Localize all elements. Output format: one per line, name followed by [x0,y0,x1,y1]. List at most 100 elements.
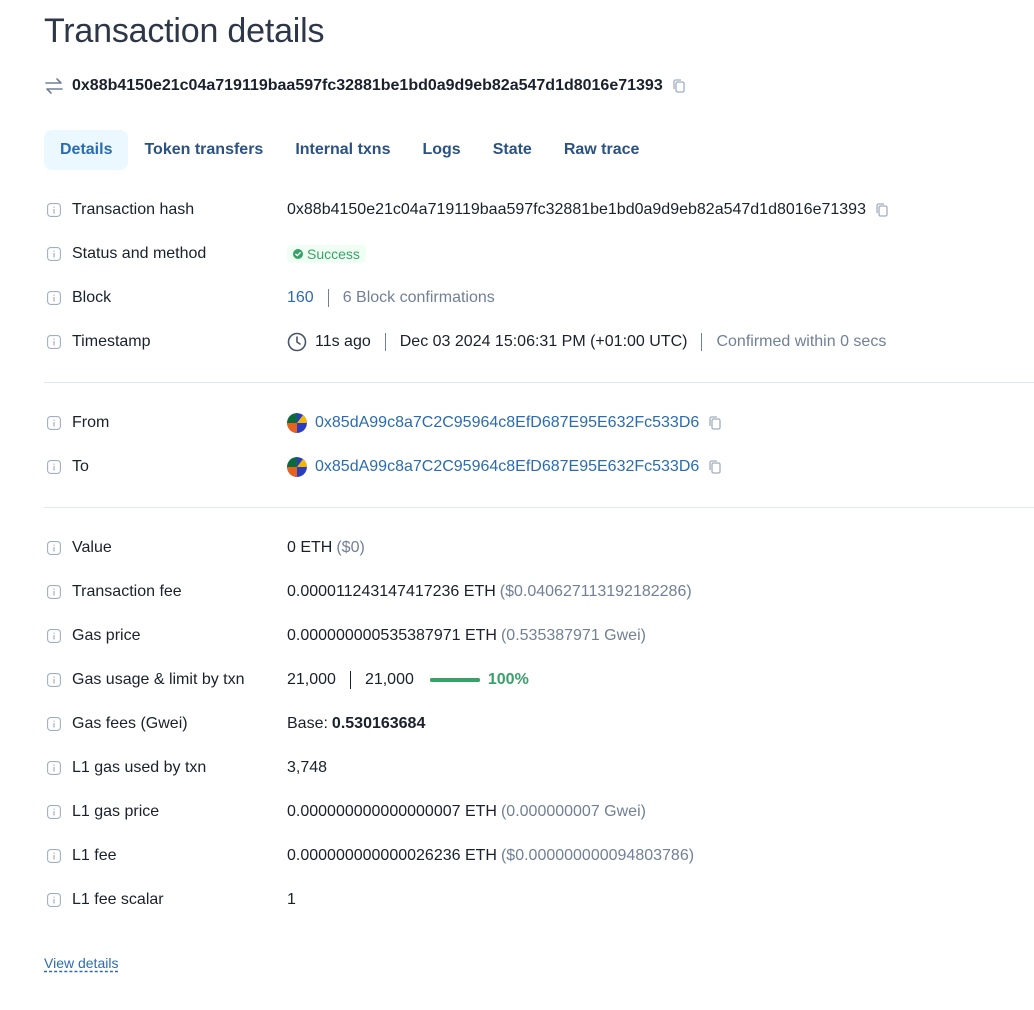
tab-details[interactable]: Details [44,130,129,170]
l1-fee-scalar-value: 1 [287,891,296,908]
gas-used: 21,000 [287,671,336,688]
status-text: Success [307,246,360,262]
info-icon[interactable] [47,541,61,555]
row-block: Block 160 6 Block confirmations [44,286,1034,310]
label-block: Block [72,289,112,306]
info-icon[interactable] [47,717,61,731]
gas-usage-progress-bar [429,678,480,682]
l1-fee-usd: ($0.000000000094803786) [500,847,695,864]
tab-raw-trace[interactable]: Raw trace [548,130,656,170]
timestamp-datetime: Dec 03 2024 15:06:31 PM (+01:00 UTC) [399,333,688,350]
label-value: Value [72,539,112,556]
tab-token-transfers[interactable]: Token transfers [128,130,279,170]
separator [384,333,386,351]
section-divider [44,382,1034,383]
gas-price-gwei: (0.535387971 Gwei) [500,627,646,644]
avatar [287,413,307,433]
row-timestamp: Timestamp 11s ago Dec 03 2024 15:06:31 P… [44,330,1034,354]
info-icon[interactable] [47,335,61,349]
row-gas-price: Gas price 0.000000000535387971 ETH (0.53… [44,624,1034,648]
status-badge: Success [287,245,366,263]
info-icon[interactable] [47,629,61,643]
info-icon[interactable] [47,673,61,687]
info-icon[interactable] [47,291,61,305]
tab-bar: Details Token transfers Internal txns Lo… [44,130,655,170]
label-l1-gas-used: L1 gas used by txn [72,759,207,776]
l1-gas-price-amount: 0.000000000000000007 ETH [287,803,497,820]
row-gas-fees: Gas fees (Gwei) Base: 0.530163684 [44,712,1034,736]
gas-usage-progress-fill [429,678,480,682]
label-gas-fees: Gas fees (Gwei) [72,715,188,732]
header-tx-hash: 0x88b4150e21c04a719119baa597fc32881be1bd… [72,77,663,94]
tab-internal-txns[interactable]: Internal txns [279,130,406,170]
from-address-link[interactable]: 0x85dA99c8a7C2C95964c8EfD687E95E632Fc533… [315,414,699,432]
info-icon[interactable] [47,849,61,863]
separator [327,289,329,307]
info-icon[interactable] [47,585,61,599]
tx-fee-amount: 0.000011243147417236 ETH [287,583,496,600]
label-l1-fee: L1 fee [72,847,117,864]
block-confirmations: 6 Block confirmations [342,289,495,306]
swap-arrows-icon [44,76,64,96]
transaction-hash-value: 0x88b4150e21c04a719119baa597fc32881be1bd… [287,201,866,218]
gas-price-amount: 0.000000000535387971 ETH [287,627,497,644]
copy-icon[interactable] [874,202,890,218]
row-l1-fee-scalar: L1 fee scalar 1 [44,888,1034,912]
value-usd: ($0) [336,539,365,556]
label-l1-fee-scalar: L1 fee scalar [72,891,164,908]
info-icon[interactable] [47,761,61,775]
label-timestamp: Timestamp [72,333,151,350]
check-circle-icon [293,249,303,259]
header-hash-line: 0x88b4150e21c04a719119baa597fc32881be1bd… [44,74,687,98]
view-details-link[interactable]: View details [44,955,118,971]
clock-icon [287,332,307,352]
section-divider [44,507,1034,508]
label-to: To [72,458,89,475]
separator [701,333,703,351]
label-status: Status and method [72,245,207,262]
row-status: Status and method Success [44,242,1034,266]
value-amount: 0 ETH [287,539,333,556]
info-icon[interactable] [47,416,61,430]
timestamp-ago: 11s ago [315,333,371,350]
transaction-details-page: Transaction details 0x88b4150e21c04a7191… [0,0,1034,1010]
copy-icon[interactable] [707,459,723,475]
timestamp-confirmed: Confirmed within 0 secs [716,333,887,350]
row-l1-gas-price: L1 gas price 0.000000000000000007 ETH (0… [44,800,1034,824]
row-to: To 0x85dA99c8a7C2C95964c8EfD687E95E632Fc… [44,455,1034,479]
label-l1-gas-price: L1 gas price [72,803,160,820]
tab-state[interactable]: State [477,130,548,170]
gas-usage-percent: 100% [487,671,529,688]
copy-icon[interactable] [671,78,687,94]
row-l1-fee: L1 fee 0.000000000000026236 ETH ($0.0000… [44,844,1034,868]
row-transaction-hash: Transaction hash 0x88b4150e21c04a719119b… [44,198,1034,222]
info-icon[interactable] [47,805,61,819]
gas-limit: 21,000 [364,671,414,688]
l1-fee-amount: 0.000000000000026236 ETH [287,847,497,864]
info-icon[interactable] [47,247,61,261]
label-from: From [72,414,110,431]
block-number-link[interactable]: 160 [287,289,314,307]
separator [349,671,351,689]
row-gas-usage: Gas usage & limit by txn 21,000 21,000 1… [44,668,1034,692]
row-from: From 0x85dA99c8a7C2C95964c8EfD687E95E632… [44,411,1034,435]
label-transaction-fee: Transaction fee [72,583,182,600]
tx-fee-usd: ($0.040627113192182286) [499,583,692,600]
info-icon[interactable] [47,893,61,907]
row-value: Value 0 ETH ($0) [44,536,1034,560]
info-icon[interactable] [47,460,61,474]
label-gas-price: Gas price [72,627,141,644]
to-address-link[interactable]: 0x85dA99c8a7C2C95964c8EfD687E95E632Fc533… [315,458,699,476]
row-transaction-fee: Transaction fee 0.000011243147417236 ETH… [44,580,1034,604]
label-gas-usage: Gas usage & limit by txn [72,671,245,688]
l1-gas-used-value: 3,748 [287,759,328,776]
label-transaction-hash: Transaction hash [72,201,195,218]
page-title: Transaction details [44,12,325,50]
l1-gas-price-gwei: (0.000000007 Gwei) [500,803,646,820]
info-icon[interactable] [47,203,61,217]
gas-fees-base-label: Base: [287,715,328,732]
row-l1-gas-used: L1 gas used by txn 3,748 [44,756,1034,780]
avatar [287,457,307,477]
copy-icon[interactable] [707,415,723,431]
tab-logs[interactable]: Logs [406,130,476,170]
